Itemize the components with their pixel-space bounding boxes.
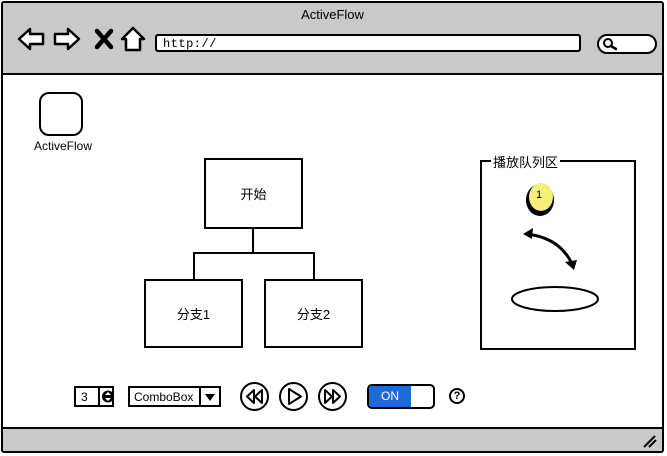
stepper-buttons[interactable]	[98, 388, 116, 405]
fast-forward-button[interactable]	[317, 381, 348, 412]
flow-branch-label-1: 分支1	[176, 307, 211, 322]
flow-branch-node-2[interactable]: 分支2	[264, 279, 363, 348]
stepper-arrows-icon	[102, 390, 114, 403]
home-icon[interactable]	[119, 25, 147, 53]
flow-connector	[252, 229, 254, 253]
flow-connector	[193, 252, 195, 279]
window-title: ActiveFlow	[301, 7, 364, 22]
combobox-dropdown-button[interactable]	[199, 388, 219, 405]
chevron-down-icon	[205, 394, 215, 401]
play-button[interactable]	[278, 381, 309, 412]
titlebar: ActiveFlow http://	[3, 3, 662, 75]
resize-grip-icon[interactable]	[642, 434, 658, 448]
url-input[interactable]: http://	[155, 34, 581, 52]
browser-window: ActiveFlow http:// ActiveFlow 开始 分支1 分支2…	[1, 1, 664, 453]
forward-arrow-icon[interactable]	[53, 25, 81, 53]
curved-double-arrow-icon	[523, 228, 577, 270]
queue-badge-number: 1	[536, 189, 542, 201]
flow-start-label: 开始	[240, 187, 267, 202]
queue-badge-icon: 1	[526, 183, 554, 216]
flow-connector	[193, 252, 315, 254]
search-icon	[603, 38, 618, 51]
flow-branch-node-1[interactable]: 分支1	[144, 279, 243, 348]
number-stepper[interactable]: 3	[74, 386, 114, 407]
flow-start-node[interactable]: 开始	[204, 158, 303, 229]
search-field[interactable]	[597, 34, 657, 54]
queue-ellipse-shape[interactable]	[509, 284, 601, 314]
on-off-toggle[interactable]: ON	[367, 384, 435, 409]
close-x-icon[interactable]	[91, 25, 119, 53]
toggle-on-label: ON	[369, 386, 411, 407]
play-queue-title: 播放队列区	[491, 152, 561, 171]
flow-branch-label-2: 分支2	[296, 307, 331, 322]
app-icon[interactable]	[39, 92, 83, 136]
combobox-value: ComboBox	[134, 390, 194, 404]
back-arrow-icon[interactable]	[17, 25, 45, 53]
help-icon[interactable]: ?	[449, 388, 465, 404]
rewind-button[interactable]	[239, 381, 270, 412]
flow-connector	[313, 252, 315, 279]
combobox[interactable]: ComboBox	[128, 386, 221, 407]
stepper-value: 3	[81, 390, 88, 404]
status-bar	[3, 427, 662, 451]
app-label: ActiveFlow	[33, 139, 92, 153]
